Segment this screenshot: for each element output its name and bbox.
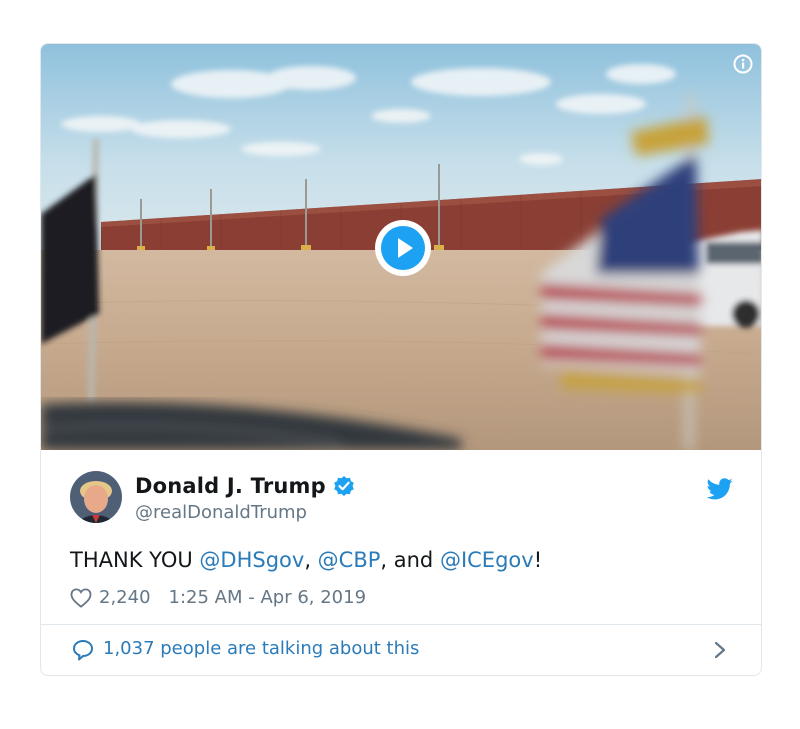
- play-icon[interactable]: [374, 219, 432, 277]
- video-thumbnail[interactable]: [41, 44, 761, 450]
- like-count[interactable]: 2,240: [99, 587, 151, 608]
- tweet-body: Donald J. Trump @realDonaldTrump THANK Y…: [41, 450, 761, 675]
- tweet-text-part: ,: [304, 548, 318, 572]
- tweet-text: THANK YOU @DHSgov, @CBP, and @ICEgov!: [70, 548, 542, 572]
- avatar[interactable]: [70, 471, 122, 523]
- mention-cbp-link[interactable]: @CBP: [318, 548, 381, 572]
- mention-icegov-link[interactable]: @ICEgov: [440, 548, 534, 572]
- tweet-timestamp[interactable]: 1:25 AM - Apr 6, 2019: [169, 587, 367, 608]
- talking-count-text: 1,037 people are talking about this: [103, 638, 420, 659]
- chevron-right-icon: [714, 641, 726, 659]
- info-icon[interactable]: [733, 54, 753, 74]
- verified-badge-icon: [334, 476, 354, 496]
- tweet-text-part: !: [533, 548, 543, 572]
- conversation-link[interactable]: 1,037 people are talking about this: [41, 625, 761, 675]
- speech-bubble-icon: [73, 640, 93, 661]
- tweet-text-part: , and: [380, 548, 440, 572]
- author-row: Donald J. Trump: [135, 474, 355, 498]
- mention-dhsgov-link[interactable]: @DHSgov: [199, 548, 304, 572]
- tweet-meta: 2,240 1:25 AM - Apr 6, 2019: [70, 587, 366, 608]
- tweet-embed-card: Donald J. Trump @realDonaldTrump THANK Y…: [40, 43, 762, 676]
- author-name[interactable]: Donald J. Trump: [135, 474, 326, 498]
- author-handle[interactable]: @realDonaldTrump: [135, 502, 307, 523]
- twitter-bird-icon[interactable]: [707, 478, 733, 500]
- tweet-text-part: THANK YOU: [70, 548, 200, 572]
- heart-icon[interactable]: [70, 587, 92, 608]
